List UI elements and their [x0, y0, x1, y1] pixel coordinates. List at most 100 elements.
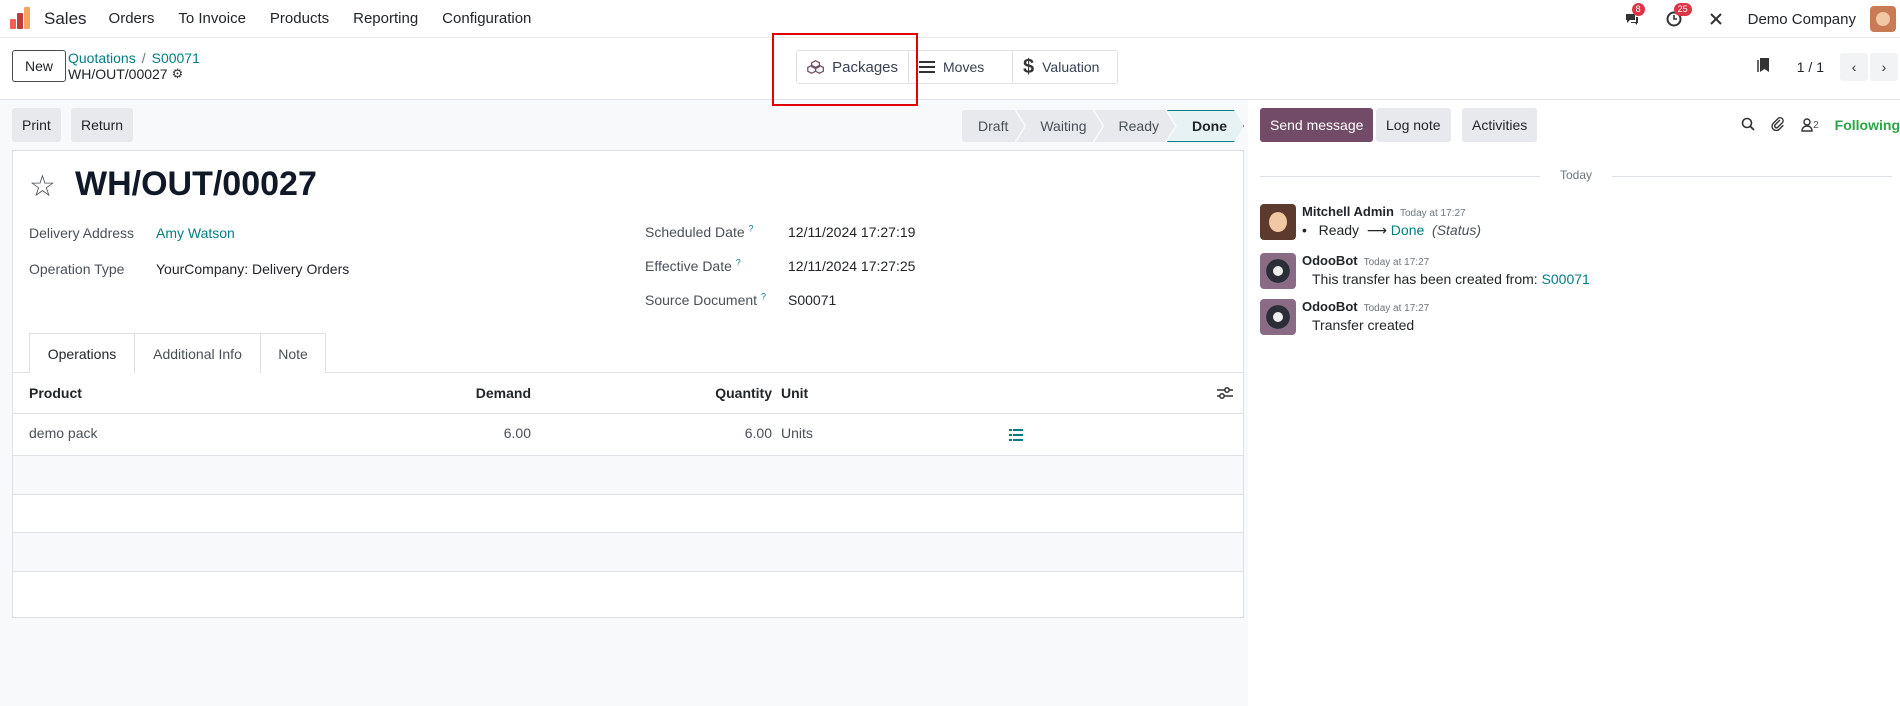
gear-icon[interactable]: ⚙ — [172, 66, 184, 82]
send-message-button[interactable]: Send message — [1260, 108, 1374, 142]
following-button[interactable]: Following — [1835, 117, 1900, 133]
row-quantity[interactable]: 6.00 — [673, 413, 772, 453]
optional-columns-icon[interactable] — [1217, 373, 1233, 413]
delivery-address-label: Delivery Address — [29, 225, 135, 241]
empty-row — [13, 456, 1243, 494]
scheduled-date-value[interactable]: 12/11/2024 17:27:19 — [788, 224, 915, 240]
operation-type-label: Operation Type — [29, 261, 125, 277]
record-title: WH/OUT/00027 — [75, 165, 317, 203]
menu-to-invoice[interactable]: To Invoice — [166, 10, 258, 27]
breadcrumb-sale-order[interactable]: S00071 — [152, 50, 200, 66]
operation-type-value[interactable]: YourCompany: Delivery Orders — [156, 261, 349, 277]
app-name[interactable]: Sales — [44, 9, 87, 29]
pager-next-button[interactable]: › — [1870, 53, 1898, 81]
effective-date-value[interactable]: 12/11/2024 17:27:25 — [788, 258, 915, 274]
author-avatar[interactable] — [1260, 253, 1296, 289]
column-quantity[interactable]: Quantity — [673, 373, 772, 413]
record-name: WH/OUT/00027 — [68, 66, 168, 82]
print-button[interactable]: Print — [12, 108, 61, 142]
help-tooltip-icon[interactable]: ? — [761, 291, 766, 301]
log-note-button[interactable]: Log note — [1376, 108, 1451, 142]
delivery-address-value[interactable]: Amy Watson — [156, 225, 235, 241]
activities-clock-icon[interactable]: 25 — [1664, 3, 1692, 29]
control-panel: New Quotations / S00071 WH/OUT/00027 ⚙ Pac… — [0, 38, 1900, 100]
tab-operations[interactable]: Operations — [29, 333, 135, 374]
arrow-icon: ⟶ — [1366, 222, 1387, 238]
followers-button[interactable]: 2 — [1801, 118, 1819, 132]
tracking-new-value: Done — [1390, 222, 1425, 238]
menu-orders[interactable]: Orders — [97, 10, 167, 27]
messages-badge: 8 — [1631, 3, 1645, 16]
paperclip-icon[interactable] — [1771, 116, 1785, 134]
new-button[interactable]: New — [12, 50, 67, 82]
sales-app-icon[interactable] — [10, 6, 34, 31]
help-tooltip-icon[interactable]: ? — [736, 257, 741, 267]
moves-label: Moves — [943, 59, 985, 75]
bullet: • — [1302, 222, 1307, 238]
menu-reporting[interactable]: Reporting — [341, 10, 430, 27]
company-switcher[interactable]: Demo Company — [1748, 11, 1856, 28]
menu-configuration[interactable]: Configuration — [430, 10, 543, 27]
moves-button[interactable]: Moves — [909, 51, 1013, 83]
user-icon — [1801, 118, 1813, 132]
stage-draft[interactable]: Draft — [962, 110, 1024, 142]
activities-button[interactable]: Activities — [1462, 108, 1538, 142]
breadcrumb-quotations[interactable]: Quotations — [68, 50, 136, 66]
message-time: Today at 17:27 — [1363, 303, 1430, 314]
packages-label: Packages — [832, 58, 898, 76]
detailed-operations-icon[interactable] — [1009, 415, 1023, 455]
smart-buttons: Packages Moves $ Valuation — [796, 50, 1118, 84]
message-link[interactable]: S00071 — [1542, 271, 1590, 287]
message-author[interactable]: OdooBot — [1302, 299, 1358, 314]
date-separator: Today — [1260, 168, 1892, 182]
column-product[interactable]: Product — [29, 373, 82, 413]
tab-note[interactable]: Note — [260, 333, 326, 373]
scheduled-date-label: Scheduled Date — [645, 223, 745, 240]
cubes-icon — [807, 60, 824, 74]
row-demand[interactable]: 6.00 — [453, 413, 531, 453]
menu-products[interactable]: Products — [258, 10, 341, 27]
help-tooltip-icon[interactable]: ? — [749, 223, 754, 233]
user-avatar[interactable] — [1870, 6, 1896, 32]
search-icon[interactable] — [1741, 117, 1755, 134]
form-sheet: ☆ WH/OUT/00027 Delivery Address Amy Wats… — [12, 150, 1244, 618]
source-document-value[interactable]: S00071 — [788, 292, 836, 308]
stage-waiting[interactable]: Waiting — [1016, 110, 1102, 142]
message-author[interactable]: Mitchell Admin — [1302, 204, 1394, 219]
star-icon[interactable]: ☆ — [29, 169, 56, 204]
message-author[interactable]: OdooBot — [1302, 253, 1358, 268]
stage-pipeline: Draft Waiting Ready Done — [970, 110, 1244, 142]
column-demand[interactable]: Demand — [453, 373, 531, 413]
return-button[interactable]: Return — [71, 108, 134, 142]
pager-previous-button[interactable]: ‹ — [1840, 53, 1868, 81]
chatter-panel: Send message Log note Activities 2 Follo… — [1248, 100, 1900, 706]
valuation-label: Valuation — [1042, 59, 1100, 75]
tracking-field: (Status) — [1432, 222, 1482, 238]
effective-date-label: Effective Date — [645, 257, 732, 274]
list-icon — [919, 61, 935, 73]
stage-ready[interactable]: Ready — [1095, 110, 1175, 142]
valuation-button[interactable]: $ Valuation — [1013, 51, 1117, 83]
activities-badge: 25 — [1673, 3, 1692, 16]
message-text: Transfer created — [1312, 317, 1415, 333]
author-avatar[interactable] — [1260, 299, 1296, 335]
breadcrumb: Quotations / S00071 — [68, 50, 200, 66]
row-product[interactable]: demo pack — [29, 413, 97, 453]
tracking-old-value: Ready — [1318, 222, 1360, 238]
main-menu: Orders To Invoice Products Reporting Con… — [97, 10, 544, 27]
stage-done[interactable]: Done — [1167, 110, 1244, 142]
packages-button[interactable]: Packages — [797, 51, 909, 83]
debug-tools-icon[interactable] — [1706, 9, 1726, 29]
message-text: This transfer has been created from: — [1312, 271, 1538, 287]
row-unit[interactable]: Units — [781, 413, 813, 453]
author-avatar[interactable] — [1260, 204, 1296, 240]
bookmark-icon[interactable] — [1757, 57, 1771, 78]
dollar-icon: $ — [1023, 55, 1035, 78]
column-unit[interactable]: Unit — [781, 373, 808, 413]
tab-additional-info[interactable]: Additional Info — [134, 333, 261, 373]
pager-value[interactable]: 1 / 1 — [1797, 59, 1824, 75]
notebook-tabs: Operations Additional Info Note — [13, 333, 1243, 374]
top-navbar: Sales Orders To Invoice Products Reporti… — [0, 0, 1900, 38]
messages-icon[interactable]: 8 — [1622, 3, 1645, 29]
current-record: WH/OUT/00027 ⚙ — [68, 66, 183, 82]
